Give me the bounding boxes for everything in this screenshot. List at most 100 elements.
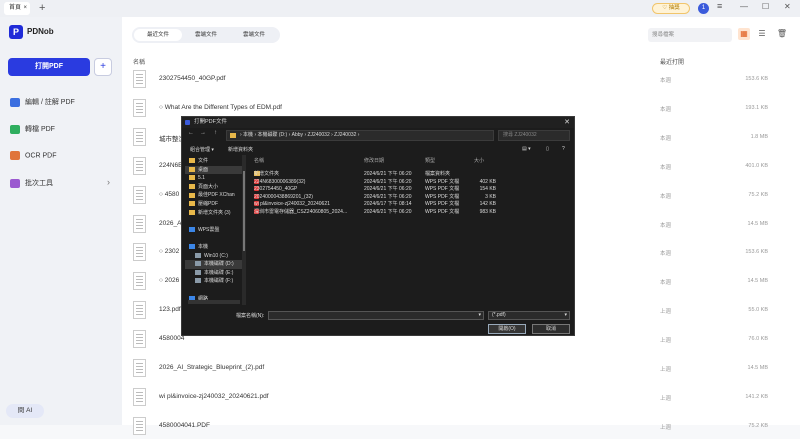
organize-button[interactable]: 組合管理 ▾: [190, 146, 214, 153]
minimize-button[interactable]: —: [740, 2, 748, 11]
tree-item[interactable]: 頁面大小: [185, 183, 243, 192]
ask-ai-button[interactable]: 問 AI: [6, 404, 44, 418]
tree-item[interactable]: 新增文件夾 (3): [185, 209, 243, 218]
tree-scrollbar[interactable]: [242, 155, 246, 305]
file-size: 75.2 KB: [748, 191, 768, 198]
cancel-button[interactable]: 取消: [532, 324, 570, 334]
col-size[interactable]: 大小: [474, 157, 484, 164]
close-icon[interactable]: ×: [23, 2, 27, 15]
menu-icon[interactable]: ≡: [717, 1, 722, 11]
drive-icon: [195, 278, 201, 284]
pdf-thumbnail: [133, 272, 146, 291]
grid-view-icon[interactable]: ▦: [738, 28, 750, 40]
back-arrow-icon[interactable]: ←: [188, 130, 194, 136]
file-opened: 上週: [660, 395, 672, 402]
chevron-right-icon: ›: [107, 177, 110, 187]
tab-cloud[interactable]: 雲端文件: [182, 29, 230, 41]
tab-home[interactable]: 首頁 ×: [4, 2, 30, 15]
avatar[interactable]: 1: [698, 3, 709, 14]
open-pdf-button[interactable]: 打開PDF: [8, 58, 90, 76]
maximize-button[interactable]: ☐: [762, 2, 769, 11]
file-opened: 本週: [660, 193, 672, 200]
pdf-thumbnail: [133, 387, 146, 406]
tree-item[interactable]: 本機: [185, 243, 243, 252]
close-window-button[interactable]: ✕: [784, 2, 791, 11]
filename-label: 檔案名稱(N):: [236, 313, 265, 319]
new-folder-button[interactable]: 新增資料夾: [228, 146, 253, 153]
up-arrow-icon[interactable]: ↑: [214, 130, 217, 136]
tab-group: 最近文件 雲端文件 雲端文件: [132, 27, 280, 43]
file-name: ○ 2302: [159, 248, 180, 256]
col-modified[interactable]: 修改日期: [364, 157, 384, 164]
tab-label: 首頁: [9, 5, 22, 11]
column-name: 名稱: [133, 60, 146, 66]
col-name[interactable]: 名稱: [254, 157, 264, 164]
file-name: 2026_AI_Strategic_Blueprint_(2).pdf: [159, 364, 265, 371]
new-tab-button[interactable]: +: [39, 2, 45, 14]
table-row[interactable]: wi pl&invoice-zj240032_20240621.pdf 上週 1…: [122, 386, 800, 410]
col-type[interactable]: 類型: [425, 157, 435, 164]
file-row[interactable]: 深圳市雷電存儲器_CSZ24060805_2024... 2024/6/21 下…: [248, 209, 558, 217]
tree-item[interactable]: WPS雲盤: [185, 226, 243, 235]
file-size: 193.1 KB: [745, 104, 768, 111]
tree-item[interactable]: 桌面: [185, 165, 243, 175]
sidebar-item-batch[interactable]: 批次工具 ›: [10, 177, 110, 188]
sidebar-item-edit[interactable]: 編輯 / 註解 PDF: [10, 97, 75, 107]
preview-pane-icon[interactable]: ▯: [546, 146, 549, 152]
tree-item[interactable]: [185, 286, 243, 295]
table-row[interactable]: 2026_AI_Strategic_Blueprint_(2).pdf 上週 1…: [122, 357, 800, 381]
folder-icon: [189, 209, 195, 215]
file-opened: 本週: [660, 78, 672, 84]
file-name: 224N6B: [159, 161, 183, 169]
tree-item[interactable]: 5.1: [185, 174, 243, 183]
filetype-select[interactable]: (*.pdf) ▾: [488, 311, 570, 320]
file-name: ○ 4580: [159, 190, 180, 198]
close-icon[interactable]: ✕: [564, 117, 570, 128]
file-size: 1.8 MB: [750, 133, 768, 140]
table-row[interactable]: 4580004041.PDF 上週 75.2 KB: [122, 415, 800, 439]
pdf-thumbnail: [133, 359, 146, 377]
sidebar-item-ocr[interactable]: OCR PDF: [10, 151, 57, 160]
tree-item[interactable]: 本機磁碟 (D:): [185, 260, 243, 269]
tree-scrollbar-horizontal[interactable]: [188, 300, 240, 304]
tree-item[interactable]: 文件: [185, 157, 243, 166]
address-bar[interactable]: › 本機 › 本機磁碟 (D:) › Abby › ZJ240032 › ZJ2…: [226, 130, 494, 141]
tree-item[interactable]: 本機磁碟 (E:): [185, 269, 243, 278]
pdf-thumbnail: [133, 243, 146, 262]
file-size: 141.2 KB: [745, 393, 768, 400]
forward-arrow-icon[interactable]: →: [200, 130, 206, 136]
file-size: 14.5 MB: [747, 220, 768, 227]
tree-item[interactable]: [185, 234, 243, 243]
view-options-icon[interactable]: ▤ ▾: [522, 146, 531, 152]
file-name: 2302754450_40GP.pdf: [159, 75, 226, 82]
dialog-title-bar: 打開PDF文件 ✕: [182, 117, 574, 128]
tree-item[interactable]: Win10 (C:): [185, 252, 243, 261]
dialog-search-input[interactable]: 搜尋 ZJ240032: [498, 130, 570, 141]
open-button[interactable]: 開啟(O): [488, 324, 526, 334]
file-row[interactable]: 2302754450_40GP 2024/6/21 下午 06:20 WPS P…: [248, 186, 558, 194]
tree-item[interactable]: 壓縮PDF: [185, 200, 243, 209]
file-size: 55.0 KB: [748, 307, 768, 314]
upgrade-badge[interactable]: ♡ 抽獎: [652, 3, 690, 14]
tab-cloud-2[interactable]: 雲端文件: [230, 29, 278, 41]
file-row[interactable]: 新增文件夾 2024/6/21 下午 06:20 檔案資料夾: [248, 171, 558, 179]
sidebar-item-convert[interactable]: 轉檔 PDF: [10, 124, 55, 134]
file-name: 4580004041.PDF: [159, 421, 210, 429]
tree-item[interactable]: 本機磁碟 (F:): [185, 277, 243, 286]
trash-icon[interactable]: 🗑: [776, 28, 788, 40]
file-name: ○ 2026: [159, 277, 180, 285]
tree-item[interactable]: [185, 217, 243, 226]
list-view-icon[interactable]: ☰: [756, 28, 768, 40]
filename-input[interactable]: ▾: [268, 311, 484, 320]
file-size: 402 KB: [479, 178, 496, 185]
help-icon[interactable]: ?: [562, 146, 565, 152]
pdf-thumbnail: [133, 70, 146, 88]
file-type: WPS PDF 文檔: [425, 186, 460, 193]
file-name: wi pl&invoice-zj240032_20240621.pdf: [159, 392, 269, 400]
tree-item[interactable]: 最佳PDF XChan: [185, 191, 243, 200]
tab-recent[interactable]: 最近文件: [134, 29, 182, 41]
table-row[interactable]: 2302754450_40GP.pdf 本週 153.6 KB: [122, 68, 800, 92]
search-input[interactable]: 搜尋檔案: [648, 28, 732, 42]
file-row[interactable]: wi pl&invoice-zj240032_20240621 2024/6/1…: [248, 201, 558, 209]
add-button[interactable]: +: [94, 58, 112, 76]
